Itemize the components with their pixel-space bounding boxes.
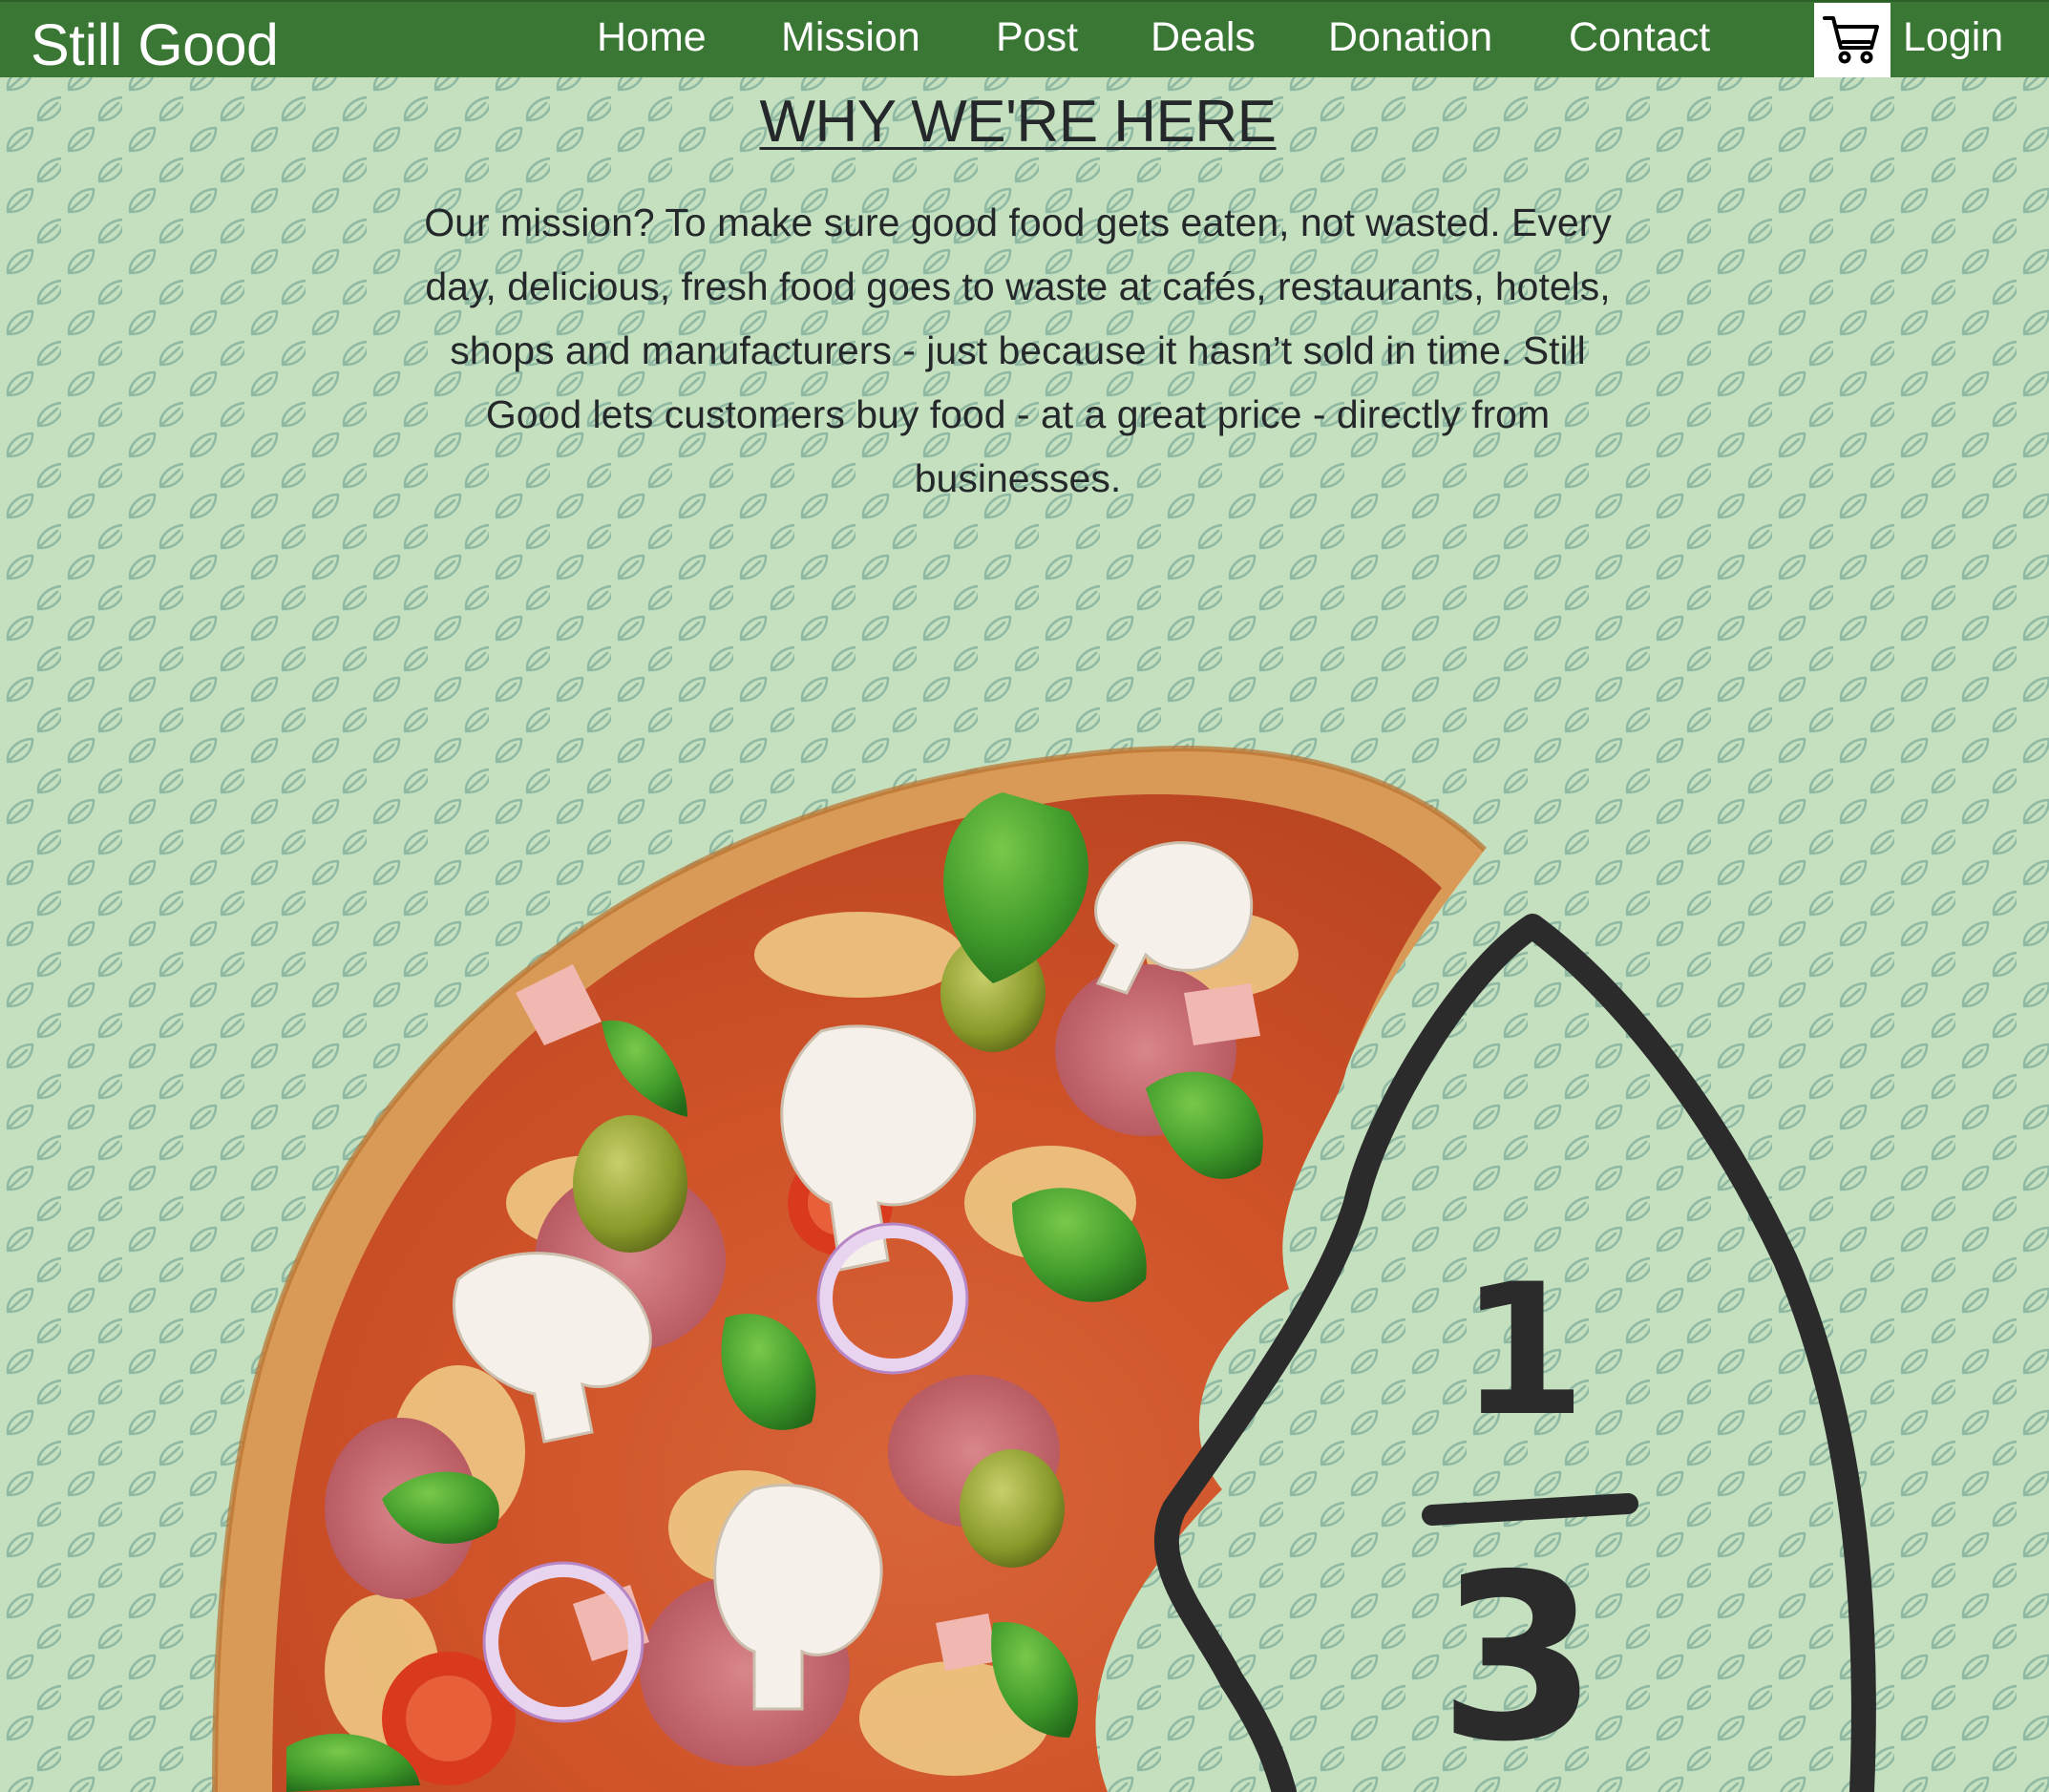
nav-link-donation[interactable]: Donation (1328, 13, 1492, 61)
fraction-bar (1422, 1493, 1638, 1526)
login-link[interactable]: Login (1903, 13, 2003, 61)
pizza-illustration: 1 3 (212, 746, 1876, 1792)
mission-paragraph: Our mission? To make sure good food gets… (424, 200, 1612, 500)
pizza-image (212, 746, 1488, 1792)
nav-link-deals[interactable]: Deals (1151, 13, 1256, 61)
cart-button[interactable] (1814, 3, 1891, 77)
nav-link-home[interactable]: Home (597, 13, 707, 61)
top-navbar: Still Good Home Mission Post Deals Donat… (0, 0, 2049, 77)
nav-link-post[interactable]: Post (996, 13, 1078, 61)
nav-link-mission[interactable]: Mission (781, 13, 920, 61)
nav-link-contact[interactable]: Contact (1569, 13, 1710, 61)
fraction-denominator: 3 (1439, 1525, 1598, 1792)
fraction-numerator: 1 (1460, 1245, 1586, 1456)
mission-heading: WHY WE'RE HERE (759, 89, 1277, 155)
brand-logo[interactable]: Still Good (31, 13, 279, 76)
cart-icon (1823, 16, 1879, 64)
